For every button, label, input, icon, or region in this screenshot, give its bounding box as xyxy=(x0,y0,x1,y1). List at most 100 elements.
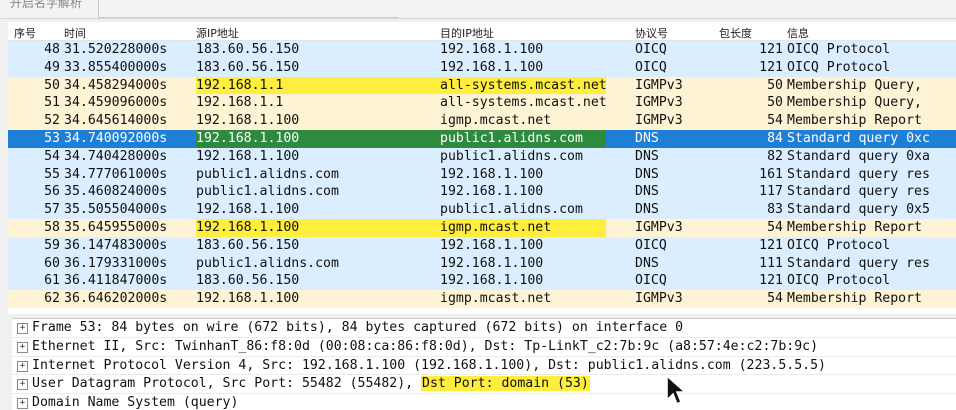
detail-tree-item[interactable]: + Frame 53: 84 bytes on wire (672 bits), … xyxy=(12,319,956,338)
packet-cell-no: 57 xyxy=(44,202,60,218)
packet-cell-protocol: OICQ xyxy=(635,273,667,289)
packet-cell-no: 55 xyxy=(44,166,60,182)
column-header-time[interactable]: 时间 xyxy=(64,25,86,41)
column-header-dst[interactable]: 目的IP地址 xyxy=(440,25,494,41)
expand-plus-icon[interactable]: + xyxy=(17,398,28,410)
packet-cell-time: 36.147483000s xyxy=(64,237,168,253)
packet-list-header: 序号 时间 源IP地址 目的IP地址 协议号 包长度 信息 xyxy=(8,22,956,41)
packet-row[interactable]: 54 34.740428000s 192.168.1.100 public1.alid… xyxy=(8,147,956,166)
mouse-pointer-icon xyxy=(666,374,688,406)
packet-cell-info: Standard query res xyxy=(787,184,930,200)
packet-cell-src: public1.alidns.com xyxy=(196,166,339,182)
packet-cell-no: 53 xyxy=(44,130,60,146)
packet-cell-time: 33.855400000s xyxy=(64,59,168,75)
packet-cell-dst: all-systems.mcast.net xyxy=(440,77,607,93)
detail-tree-item[interactable]: + Internet Protocol Version 4, Src: 192.1… xyxy=(12,357,956,376)
packet-cell-protocol: IGMPv3 xyxy=(635,219,683,235)
packet-row[interactable]: 51 34.459096000s 192.168.1.1 all-systems.mc… xyxy=(8,94,956,113)
packet-cell-time: 35.460824000s xyxy=(64,184,168,200)
name-resolution-title: 开启名字解析 xyxy=(10,0,83,10)
packet-row[interactable]: 60 36.179331000s public1.alidns.com 192.168… xyxy=(8,254,956,273)
packet-cell-length: 121 xyxy=(759,273,783,289)
packet-cell-src: 192.168.1.100 xyxy=(196,130,300,146)
packet-cell-info: OICQ Protocol xyxy=(787,237,891,253)
packet-cell-info: Membership Report xyxy=(787,113,922,129)
packet-cell-no: 56 xyxy=(44,184,60,200)
packet-cell-length: 50 xyxy=(767,77,783,93)
packet-cell-src: public1.alidns.com xyxy=(196,255,339,271)
packet-row[interactable]: 57 35.505504000s 192.168.1.100 public1.alid… xyxy=(8,201,956,219)
packet-cell-info: Standard query 0x5 xyxy=(787,202,930,218)
packet-row[interactable]: 56 35.460824000s public1.alidns.com 192.168… xyxy=(8,183,956,202)
packet-cell-no: 61 xyxy=(44,273,60,289)
column-header-src[interactable]: 源IP地址 xyxy=(196,25,239,41)
packet-cell-src: 192.168.1.100 xyxy=(196,202,300,218)
packet-cell-time: 31.520228000s xyxy=(64,42,168,57)
column-header-length[interactable]: 包长度 xyxy=(719,25,752,41)
detail-text: Internet Protocol Version 4, Src: 192.16… xyxy=(32,357,826,373)
packet-cell-length: 161 xyxy=(759,166,783,182)
packet-cell-length: 54 xyxy=(767,291,783,307)
detail-text: Ethernet II, Src: TwinhanT_86:f8:0d (00:… xyxy=(32,338,819,354)
packet-row[interactable]: 52 34.645614000s 192.168.1.100 igmp.mcast.n… xyxy=(8,112,956,130)
packet-list[interactable]: 序号 时间 源IP地址 目的IP地址 协议号 包长度 信息 48 31.52022… xyxy=(8,22,956,314)
detail-tree-item[interactable]: + Ethernet II, Src: TwinhanT_86:f8:0d (00… xyxy=(12,338,956,357)
packet-cell-dst: 192.168.1.100 xyxy=(440,255,544,271)
packet-row[interactable]: 48 31.520228000s 183.60.56.150 192.168.1.10… xyxy=(8,41,956,59)
packet-cell-protocol: DNS xyxy=(635,166,659,182)
column-header-no[interactable]: 序号 xyxy=(14,25,36,41)
packet-cell-protocol: DNS xyxy=(635,184,659,200)
packet-row[interactable]: 50 34.458294000s 192.168.1.1 all-systems.mc… xyxy=(8,76,956,95)
expand-plus-icon[interactable]: + xyxy=(17,341,28,353)
packet-cell-dst: igmp.mcast.net xyxy=(440,113,552,129)
packet-cell-no: 52 xyxy=(44,113,60,129)
packet-cell-dst: 192.168.1.100 xyxy=(440,237,544,253)
packet-cell-time: 36.179331000s xyxy=(64,255,168,271)
packet-cell-dst: all-systems.mcast.net xyxy=(440,95,607,111)
packet-cell-length: 117 xyxy=(759,184,783,200)
packet-cell-no: 54 xyxy=(44,148,60,164)
packet-cell-src: 192.168.1.1 xyxy=(196,77,284,93)
detail-tree-item[interactable]: + User Datagram Protocol, Src Port: 55482… xyxy=(12,375,956,395)
packet-cell-time: 35.645955000s xyxy=(64,219,168,235)
packet-cell-length: 121 xyxy=(759,237,783,253)
packet-cell-dst: igmp.mcast.net xyxy=(440,291,552,307)
packet-cell-src: 192.168.1.100 xyxy=(196,219,300,235)
detail-text: Frame 53: 84 bytes on wire (672 bits), 8… xyxy=(32,320,684,335)
packet-cell-dst: 192.168.1.100 xyxy=(440,273,544,289)
packet-cell-info: Standard query 0xc xyxy=(787,130,930,146)
packet-row[interactable]: 62 36.646202000s 192.168.1.100 igmp.mcast.n… xyxy=(8,290,956,308)
packet-cell-no: 59 xyxy=(44,237,60,253)
toolbar-tab-edge xyxy=(98,0,399,18)
packet-cell-src: 183.60.56.150 xyxy=(196,42,300,57)
packet-cell-dst: public1.alidns.com xyxy=(440,148,583,164)
packet-row[interactable]: 53 34.740092000s 192.168.1.100 public1.alid… xyxy=(8,129,956,148)
packet-details[interactable]: + Frame 53: 84 bytes on wire (672 bits), … xyxy=(12,318,956,410)
packet-row[interactable]: 61 36.411847000s 183.60.56.150 192.168.1.10… xyxy=(8,272,956,291)
packet-cell-length: 111 xyxy=(759,255,783,271)
packet-cell-time: 36.646202000s xyxy=(64,291,168,307)
packet-cell-time: 34.458294000s xyxy=(64,77,168,93)
packet-cell-protocol: DNS xyxy=(635,148,659,164)
dst-port-highlight: Dst Port: domain (53) xyxy=(421,376,590,392)
packet-cell-protocol: IGMPv3 xyxy=(635,95,683,111)
packet-cell-info: OICQ Protocol xyxy=(787,273,891,289)
packet-row[interactable]: 55 34.777061000s public1.alidns.com 192.168… xyxy=(8,165,956,184)
packet-cell-dst: 192.168.1.100 xyxy=(440,42,544,57)
packet-cell-time: 34.740092000s xyxy=(64,130,168,146)
column-header-protocol[interactable]: 协议号 xyxy=(635,25,668,41)
packet-cell-info: Standard query res xyxy=(787,255,930,271)
packet-row[interactable]: 59 36.147483000s 183.60.56.150 192.168.1.10… xyxy=(8,236,956,255)
detail-tree-item[interactable]: + Domain Name System (query) xyxy=(12,394,956,410)
packet-row[interactable]: 58 35.645955000s 192.168.1.100 igmp.mcast.n… xyxy=(8,218,956,237)
expand-plus-icon[interactable]: + xyxy=(17,360,28,372)
expand-plus-icon[interactable]: + xyxy=(17,323,28,334)
packet-cell-length: 50 xyxy=(767,95,783,111)
packet-cell-info: Membership Query, xyxy=(787,77,922,93)
expand-plus-icon[interactable]: + xyxy=(17,379,28,391)
column-header-info[interactable]: 信息 xyxy=(787,25,809,41)
packet-cell-protocol: DNS xyxy=(635,202,659,218)
packet-row[interactable]: 49 33.855400000s 183.60.56.150 192.168.1.10… xyxy=(8,58,956,77)
packet-cell-info: Standard query res xyxy=(787,166,930,182)
packet-cell-no: 62 xyxy=(44,291,60,307)
